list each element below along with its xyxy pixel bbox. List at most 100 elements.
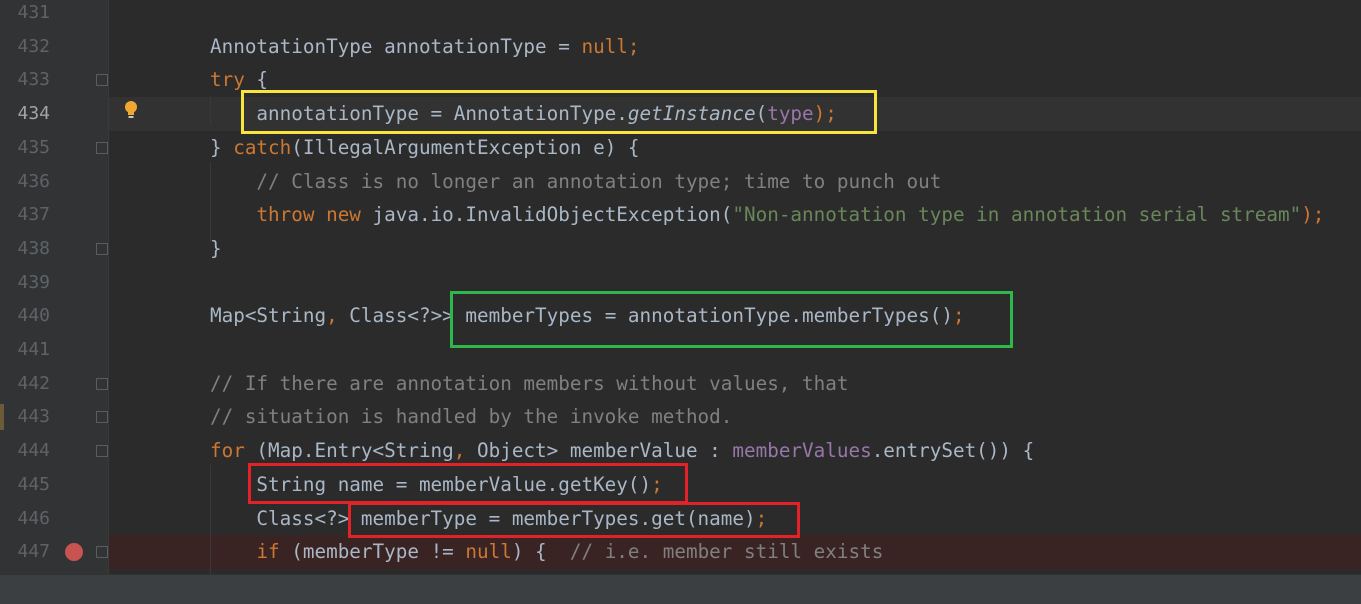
code-text[interactable]: String name = memberValue.getKey();: [210, 468, 663, 502]
fold-marker-icon[interactable]: [96, 546, 108, 559]
code-token: annotationType = AnnotationType.: [210, 102, 628, 126]
code-text[interactable]: } catch(IllegalArgumentException e) {: [210, 131, 640, 165]
line-number[interactable]: 434: [0, 97, 50, 131]
code-line[interactable]: 434 annotationType = AnnotationType.getI…: [0, 97, 1361, 131]
code-token: "Non-annotation type in annotation seria…: [732, 203, 1302, 227]
code-token: (memberType !=: [279, 540, 466, 564]
line-number[interactable]: 431: [0, 0, 50, 30]
line-number[interactable]: 435: [0, 131, 50, 165]
code-token: Map<String: [210, 304, 327, 328]
code-token: ;: [651, 472, 663, 496]
code-token: // situation is handled by the invoke me…: [210, 405, 733, 429]
code-token: ;: [952, 304, 965, 328]
code-token: getInstance: [627, 102, 756, 126]
code-text[interactable]: // Class is no longer an annotation type…: [210, 165, 941, 199]
code-line[interactable]: 438}: [0, 232, 1361, 266]
code-token: ,: [326, 304, 338, 328]
line-number[interactable]: 438: [0, 232, 50, 266]
code-token: {: [244, 68, 269, 92]
code-token: Object> memberValue :: [465, 439, 733, 463]
code-line[interactable]: 444 for (Map.Entry<String, Object> member…: [0, 434, 1361, 468]
code-token: null: [581, 34, 628, 58]
code-token: (: [755, 102, 768, 126]
code-token: );: [1301, 203, 1325, 227]
code-token: (Map.Entry<String: [244, 439, 454, 463]
code-token: ;: [755, 506, 768, 530]
code-token: if: [256, 540, 280, 564]
code-text[interactable]: // situation is handled by the invoke me…: [210, 400, 732, 434]
code-line[interactable]: 435} catch(IllegalArgumentException e) {: [0, 131, 1361, 165]
code-text[interactable]: for (Map.Entry<String, Object> memberVal…: [210, 434, 1034, 468]
code-token: .entrySet()) {: [871, 439, 1035, 463]
code-line[interactable]: 441: [0, 333, 1361, 367]
code-text[interactable]: Class<?> memberType = memberTypes.get(na…: [210, 502, 767, 536]
code-line[interactable]: 445 String name = memberValue.getKey();: [0, 468, 1361, 502]
code-text[interactable]: }: [210, 232, 222, 266]
code-token: for: [210, 439, 245, 463]
code-token: ) {: [511, 540, 570, 564]
code-token: );: [813, 102, 837, 126]
line-number[interactable]: 441: [0, 333, 50, 367]
line-number[interactable]: 439: [0, 266, 50, 300]
code-token: // i.e. member still exists: [569, 540, 884, 564]
code-token: Class<?>> memberTypes = annotationType.m…: [337, 304, 953, 328]
code-text[interactable]: AnnotationType annotationType = null;: [210, 30, 640, 64]
code-text[interactable]: Map<String, Class<?>> memberTypes = anno…: [210, 299, 965, 333]
code-token: memberValues: [732, 439, 872, 463]
code-token: (IllegalArgumentException e) {: [291, 135, 640, 159]
fold-marker-icon[interactable]: [96, 74, 108, 87]
code-token: java.io.InvalidObjectException(: [360, 203, 733, 227]
code-line[interactable]: 433 try {: [0, 63, 1361, 97]
code-token: type: [767, 102, 814, 126]
fold-marker-icon[interactable]: [96, 242, 108, 255]
line-number[interactable]: 432: [0, 30, 50, 64]
code-line[interactable]: 437 throw new java.io.InvalidObjectExcep…: [0, 198, 1361, 232]
code-editor[interactable]: 431 432 AnnotationType annotationType = nu…: [0, 0, 1361, 574]
line-number[interactable]: 444: [0, 434, 50, 468]
line-number[interactable]: 442: [0, 367, 50, 401]
code-token: try: [210, 68, 245, 92]
code-token: }: [210, 135, 234, 159]
line-number[interactable]: 443: [0, 400, 50, 434]
line-number[interactable]: 445: [0, 468, 50, 502]
code-token: null: [465, 540, 512, 564]
code-line[interactable]: 432 AnnotationType annotationType = null;: [0, 30, 1361, 64]
line-number[interactable]: 440: [0, 299, 50, 333]
code-token: AnnotationType annotationType =: [210, 34, 582, 58]
fold-marker-icon[interactable]: [96, 377, 108, 390]
code-token: Class<?> memberType = memberTypes.get(na…: [210, 506, 756, 530]
code-text[interactable]: throw new java.io.InvalidObjectException…: [210, 198, 1324, 232]
line-number[interactable]: 436: [0, 165, 50, 199]
code-token: ,: [453, 439, 466, 463]
code-line[interactable]: 439: [0, 266, 1361, 300]
code-token: ;: [627, 34, 640, 58]
code-token: catch: [233, 135, 292, 159]
code-line[interactable]: 443 // situation is handled by the invoke…: [0, 400, 1361, 434]
fold-marker-icon[interactable]: [96, 411, 108, 424]
code-token: throw new: [256, 203, 361, 227]
code-text[interactable]: annotationType = AnnotationType.getInsta…: [210, 97, 837, 131]
line-number[interactable]: 437: [0, 198, 50, 232]
line-number[interactable]: 446: [0, 502, 50, 536]
fold-marker-icon[interactable]: [96, 141, 108, 154]
code-line[interactable]: 436 // Class is no longer an annotation …: [0, 165, 1361, 199]
code-token: String name = memberValue.getKey(): [210, 472, 652, 496]
fold-marker-icon[interactable]: [96, 445, 108, 458]
code-token: }: [210, 236, 222, 260]
line-number[interactable]: 447: [0, 535, 50, 569]
code-text[interactable]: try {: [210, 63, 268, 97]
code-line[interactable]: 447 if (memberType != null) { // i.e. me…: [0, 535, 1361, 569]
code-line[interactable]: 440 Map<String, Class<?>> memberTypes = a…: [0, 299, 1361, 333]
code-token: // Class is no longer an annotation type…: [210, 169, 942, 193]
lightbulb-icon[interactable]: [123, 100, 139, 120]
code-text[interactable]: if (memberType != null) { // i.e. member…: [210, 535, 883, 569]
code-token: // If there are annotation members witho…: [210, 371, 849, 395]
status-bar: [0, 574, 1361, 604]
code-line[interactable]: 442 // If there are annotation members wi…: [0, 367, 1361, 401]
line-number[interactable]: 433: [0, 63, 50, 97]
code-line[interactable]: 446 Class<?> memberType = memberTypes.ge…: [0, 502, 1361, 536]
code-text[interactable]: // If there are annotation members witho…: [210, 367, 848, 401]
code-line[interactable]: 431: [0, 0, 1361, 30]
